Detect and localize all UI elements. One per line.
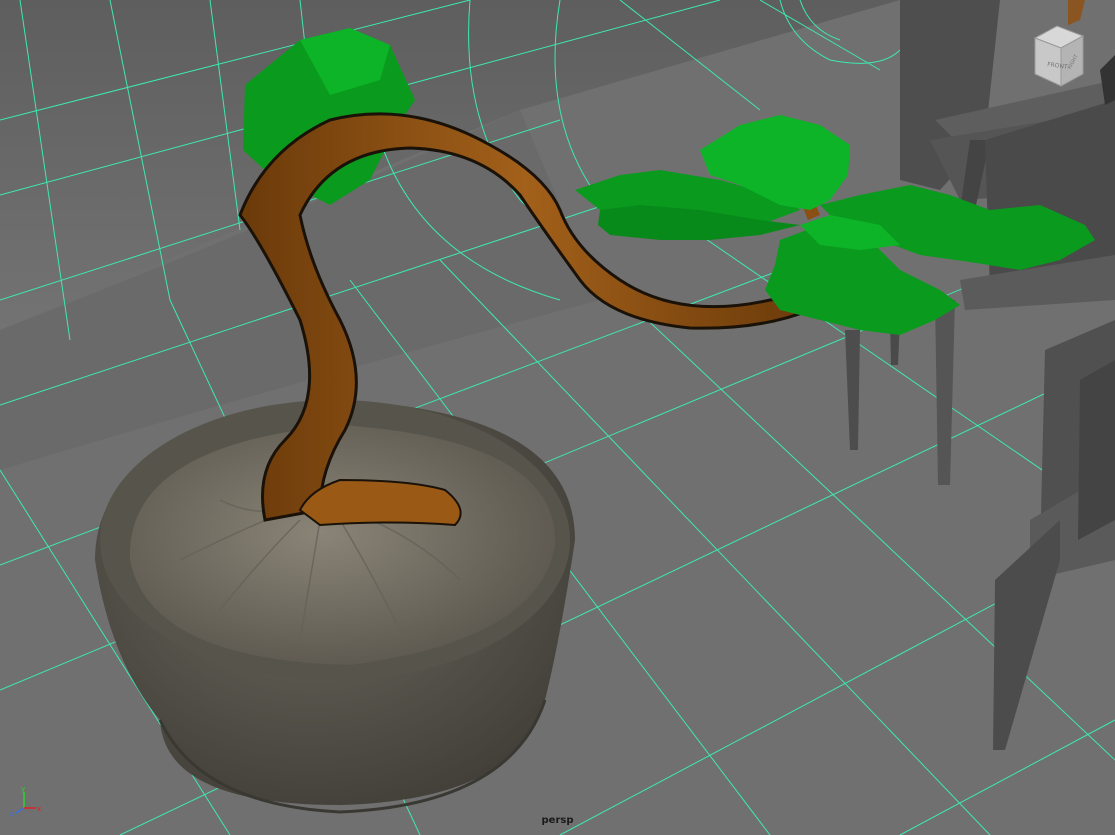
view-cube-icon[interactable]: FRONT RIGHT [1027, 24, 1087, 90]
camera-name-label: persp [541, 815, 574, 826]
perspective-viewport[interactable]: FRONT RIGHT y x z persp [0, 0, 1115, 835]
axis-gizmo-icon: y x z [8, 784, 48, 818]
axis-y-label: y [21, 785, 25, 793]
scene-render[interactable] [0, 0, 1115, 835]
axis-x-label: x [37, 805, 41, 813]
